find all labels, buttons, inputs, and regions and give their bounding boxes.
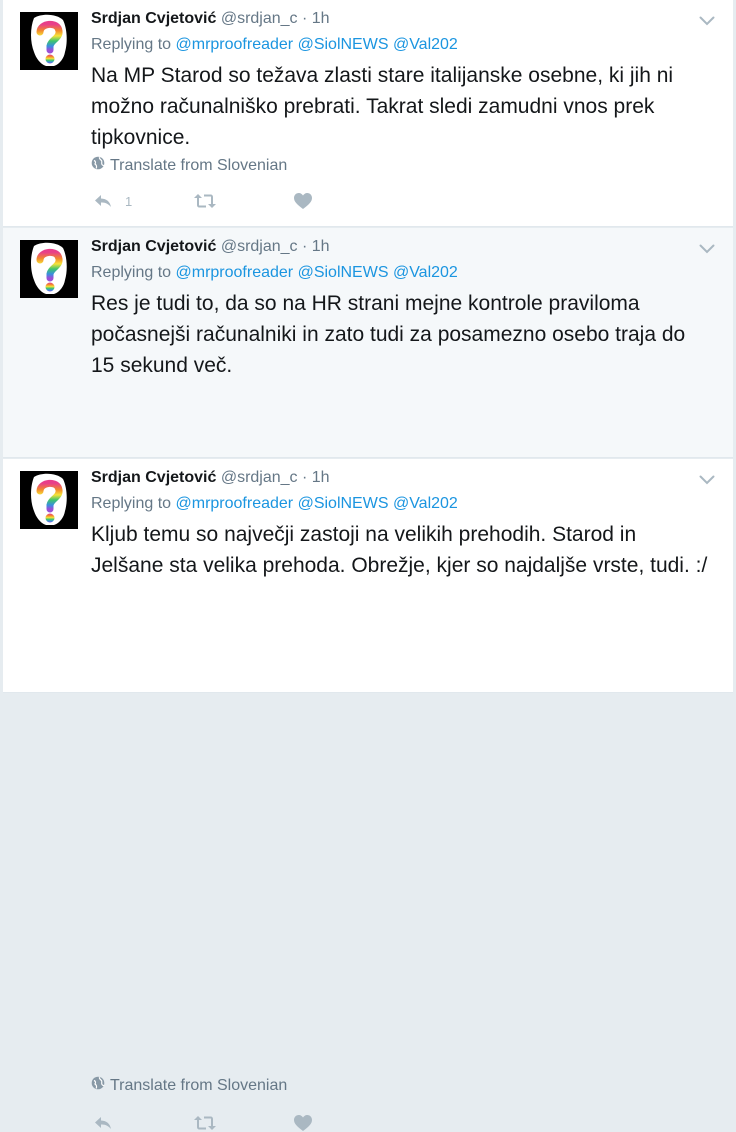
mention-link[interactable]: @mrproofreader (176, 495, 294, 512)
retweet-button[interactable] (193, 193, 293, 209)
tweet-header: Srdjan Cvjetović @srdjan_c · 1h (91, 10, 330, 28)
avatar[interactable] (20, 240, 78, 298)
heart-icon (293, 1114, 313, 1132)
replying-to: Replying to @mrproofreader @SiolNEWS @Va… (91, 36, 458, 54)
chevron-down-icon[interactable] (699, 241, 715, 254)
timestamp[interactable]: 1h (312, 469, 330, 486)
tweet-timeline: Srdjan Cvjetović @srdjan_c · 1h Replying… (0, 0, 736, 1131)
chevron-down-icon[interactable] (699, 472, 715, 485)
mention-link[interactable]: @mrproofreader (176, 264, 294, 281)
mention-link[interactable]: @SiolNEWS (298, 36, 389, 53)
tweet-header: Srdjan Cvjetović @srdjan_c · 1h (91, 469, 330, 487)
translate-link[interactable]: Translate from Slovenian (91, 1076, 287, 1095)
like-button[interactable] (293, 1114, 313, 1132)
replying-to-label: Replying to (91, 264, 172, 281)
author-name[interactable]: Srdjan Cvjetović (91, 10, 216, 27)
replying-to: Replying to @mrproofreader @SiolNEWS @Va… (91, 264, 458, 282)
replying-to: Replying to @mrproofreader @SiolNEWS @Va… (91, 495, 458, 513)
mention-link[interactable]: @mrproofreader (176, 36, 294, 53)
reply-icon (93, 1115, 113, 1131)
heart-icon (293, 192, 313, 210)
retweet-icon (193, 1115, 217, 1131)
mention-link[interactable]: @Val202 (393, 495, 458, 512)
replying-to-label: Replying to (91, 36, 172, 53)
tweet-header: Srdjan Cvjetović @srdjan_c · 1h (91, 238, 330, 256)
tweet-text: Kljub temu so največji zastoji na veliki… (91, 523, 708, 577)
timestamp[interactable]: 1h (312, 238, 330, 255)
avatar[interactable] (20, 471, 78, 529)
mention-link[interactable]: @Val202 (393, 36, 458, 53)
reply-button[interactable]: 1 (93, 193, 193, 209)
translate-link[interactable]: Translate from Slovenian (91, 156, 287, 175)
tweet-text: Na MP Starod so težava zlasti stare ital… (91, 64, 674, 149)
reply-count: 1 (125, 193, 133, 209)
separator-dot: · (302, 469, 308, 486)
globe-icon (91, 1076, 105, 1095)
timestamp[interactable]: 1h (312, 10, 330, 27)
retweet-button[interactable] (193, 1115, 293, 1131)
separator-dot: · (302, 238, 308, 255)
tweet-actions: 1 (93, 192, 313, 210)
reply-icon (93, 193, 113, 209)
avatar[interactable] (20, 12, 78, 70)
retweet-icon (193, 193, 217, 209)
tweet-text: Res je tudi to, da so na HR strani mejne… (91, 292, 686, 377)
translate-label: Translate from Slovenian (110, 156, 288, 174)
reply-button[interactable] (93, 1115, 193, 1131)
replying-to-label: Replying to (91, 495, 172, 512)
author-name[interactable]: Srdjan Cvjetović (91, 469, 216, 486)
mention-link[interactable]: @SiolNEWS (298, 264, 389, 281)
mention-link[interactable]: @SiolNEWS (298, 495, 389, 512)
like-button[interactable] (293, 192, 313, 210)
author-name[interactable]: Srdjan Cvjetović (91, 238, 216, 255)
tweet-actions (93, 1114, 313, 1132)
tweet[interactable]: Srdjan Cvjetović @srdjan_c · 1h Replying… (3, 459, 733, 1131)
tweet[interactable]: Srdjan Cvjetović @srdjan_c · 1h Replying… (3, 228, 733, 669)
tweet[interactable]: Srdjan Cvjetović @srdjan_c · 1h Replying… (3, 0, 733, 227)
separator-dot: · (302, 10, 308, 27)
chevron-down-icon[interactable] (699, 13, 715, 26)
author-handle[interactable]: @srdjan_c (221, 10, 298, 27)
translate-label: Translate from Slovenian (110, 1076, 288, 1094)
author-handle[interactable]: @srdjan_c (221, 238, 298, 255)
globe-icon (91, 156, 105, 175)
author-handle[interactable]: @srdjan_c (221, 469, 298, 486)
mention-link[interactable]: @Val202 (393, 264, 458, 281)
